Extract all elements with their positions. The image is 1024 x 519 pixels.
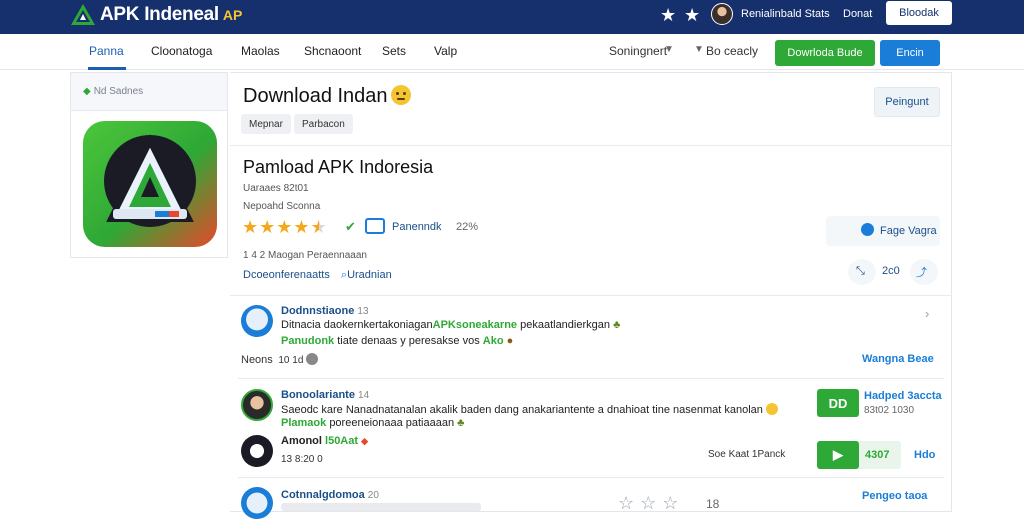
left-card-header: ◆ Nd Sadnes: [71, 73, 227, 111]
app-icon[interactable]: [83, 121, 217, 247]
rating-input[interactable]: ☆ ☆ ☆: [618, 493, 678, 514]
star-icon: ★: [259, 217, 276, 237]
go-dropdown[interactable]: Bo ceacly: [706, 44, 758, 58]
nav-item-sets[interactable]: Sets: [382, 44, 406, 58]
badge-count: 22%: [456, 221, 479, 233]
mail-icon[interactable]: [365, 218, 385, 234]
nav-item-help[interactable]: Valp: [434, 44, 457, 58]
account-button[interactable]: Bloodak: [886, 1, 952, 25]
verified-check-icon: ✔: [345, 219, 356, 234]
share-icon: ⤡: [856, 265, 865, 277]
comment-timestamp: 13 8:20 0: [281, 454, 323, 465]
nav-item-mods[interactable]: Maolas: [241, 44, 280, 58]
star-half-icon: ★: [310, 217, 327, 237]
comment-text-line-1: Saeodc kare Nanadnatanalan akalik baden …: [281, 403, 778, 416]
comment-text-placeholder: [281, 503, 481, 511]
app-name: Pamload APK Indoresia: [243, 157, 434, 177]
comment-text-line-1: Ditnacia daokernkertakoniaganAPKsoneakar…: [281, 319, 621, 331]
comment-author[interactable]: Bonoolariante 14: [281, 389, 369, 401]
donate-link[interactable]: Donat: [843, 8, 872, 20]
divider: [230, 295, 952, 296]
chevron-down-icon[interactable]: ▼: [694, 44, 704, 55]
logo-badge: AP: [222, 7, 243, 23]
comment-side-link[interactable]: Pengeo taoa: [862, 490, 927, 502]
star-icon: ★: [276, 217, 293, 237]
logo-text: APK Indeneal: [100, 4, 219, 25]
comment-text-line-2: Plamaok poreeneionaaa patiaaaan ♣: [281, 417, 465, 429]
star-icon[interactable]: ★: [660, 5, 676, 26]
login-button[interactable]: Encin: [880, 40, 940, 66]
info-dot-icon: [861, 223, 874, 236]
star-outline-icon[interactable]: ☆: [618, 493, 634, 514]
apk-logo-icon: [71, 4, 95, 25]
reply-count-tile[interactable]: DD: [817, 389, 859, 417]
side-link[interactable]: Fage Vagra: [880, 225, 937, 237]
top-header: APK Indeneal AP ★ ★ Renialinbald Stats D…: [0, 0, 1024, 34]
play-icon: ▶: [817, 441, 859, 469]
rating-count: 18: [706, 497, 720, 511]
app-meta-version: Uaraaes 82t01: [243, 183, 309, 194]
badge-label[interactable]: Panenndk: [392, 221, 442, 233]
clover-icon: ♣: [613, 319, 621, 331]
comment-avatar[interactable]: [241, 389, 273, 421]
star-icon: ★: [293, 217, 310, 237]
chevron-right-icon[interactable]: ›: [925, 306, 929, 321]
nav-item-games[interactable]: Shcnaoont: [304, 44, 361, 58]
nav-item-categories[interactable]: Cloonatoga: [151, 44, 212, 58]
download-button[interactable]: Dowrloda Bude: [775, 40, 875, 66]
comment-avatar[interactable]: [241, 305, 273, 337]
sort-dropdown[interactable]: Soningnert: [609, 44, 667, 58]
diamond-icon: ◆: [361, 436, 369, 446]
comment-side-link[interactable]: Hadped 3accta: [864, 390, 942, 402]
rating-count: 1 4 2 Maogan Peraennaaan: [243, 250, 367, 261]
app-detail-card: Download Indan Mepnar Parbacon Peingunt …: [230, 72, 952, 519]
link-secondary[interactable]: Uradnian: [347, 269, 392, 281]
app-icon-card: ◆ Nd Sadnes: [70, 72, 228, 258]
comment-avatar[interactable]: [241, 487, 273, 519]
side-count: 2c0: [882, 265, 900, 277]
comment-side-num: 83t02 1030: [864, 405, 915, 416]
active-tab-indicator: [88, 67, 126, 70]
tag-chip[interactable]: Parbacon: [294, 114, 353, 134]
tag-chip[interactable]: Mepnar: [241, 114, 291, 134]
badge-icon: ●: [506, 335, 514, 347]
trend-icon: ⤴: [916, 267, 927, 279]
comment-footer: Neons 10 1d: [241, 353, 319, 366]
comment-author[interactable]: Amonol l50Aat ◆: [281, 435, 368, 447]
triangle-icon: ◆: [83, 86, 91, 97]
star-icon[interactable]: ★: [684, 5, 700, 26]
comment-avatar[interactable]: [241, 435, 273, 467]
divider: [238, 477, 944, 478]
app-links: Dcoeonferenaatts ⌕Uradnian: [243, 269, 392, 282]
user-name[interactable]: Renialinbald Stats: [741, 8, 830, 20]
comment-author[interactable]: Cotnnalgdomoa 20: [281, 489, 379, 501]
comment-mid-label: Soe Kaat 1Panck: [708, 449, 786, 460]
divider: [230, 145, 952, 146]
page-title-text: Download Indan: [243, 85, 388, 107]
chevron-down-icon[interactable]: ▼: [664, 44, 674, 55]
nav-item-home[interactable]: Panna: [89, 44, 124, 58]
link-primary[interactable]: Dcoeonferenaatts: [243, 269, 330, 281]
globe-icon: [306, 353, 319, 365]
secondary-button[interactable]: Peingunt: [874, 87, 940, 117]
divider: [238, 378, 944, 379]
app-meta-developer: Nepoahd Sconna: [243, 201, 321, 212]
comment-author[interactable]: Dodnnstiaone 13: [281, 305, 369, 317]
thinking-face-icon: [390, 85, 411, 105]
app-rating-stars: ★ ★ ★ ★ ★: [242, 217, 327, 237]
page-title: Download Indan: [243, 85, 411, 108]
user-avatar[interactable]: [711, 3, 733, 25]
main-nav: Panna Cloonatoga Maolas Shcnaoont Sets V…: [0, 34, 1024, 70]
play-count: 4307: [865, 449, 890, 461]
comment-side-link[interactable]: Hdo: [914, 449, 935, 461]
reply-link[interactable]: Wangna Beae: [862, 353, 934, 365]
emoji-icon: [765, 403, 778, 415]
star-outline-icon[interactable]: ☆: [640, 493, 656, 514]
clover-icon: ♣: [457, 417, 465, 429]
left-card-header-label: Nd Sadnes: [93, 86, 144, 97]
site-logo[interactable]: APK Indeneal AP: [70, 2, 242, 28]
star-outline-icon[interactable]: ☆: [662, 493, 678, 514]
star-icon: ★: [242, 217, 259, 237]
comment-text-line-2: Panudonk tiate denaas y peresakse vos Ak…: [281, 335, 514, 347]
